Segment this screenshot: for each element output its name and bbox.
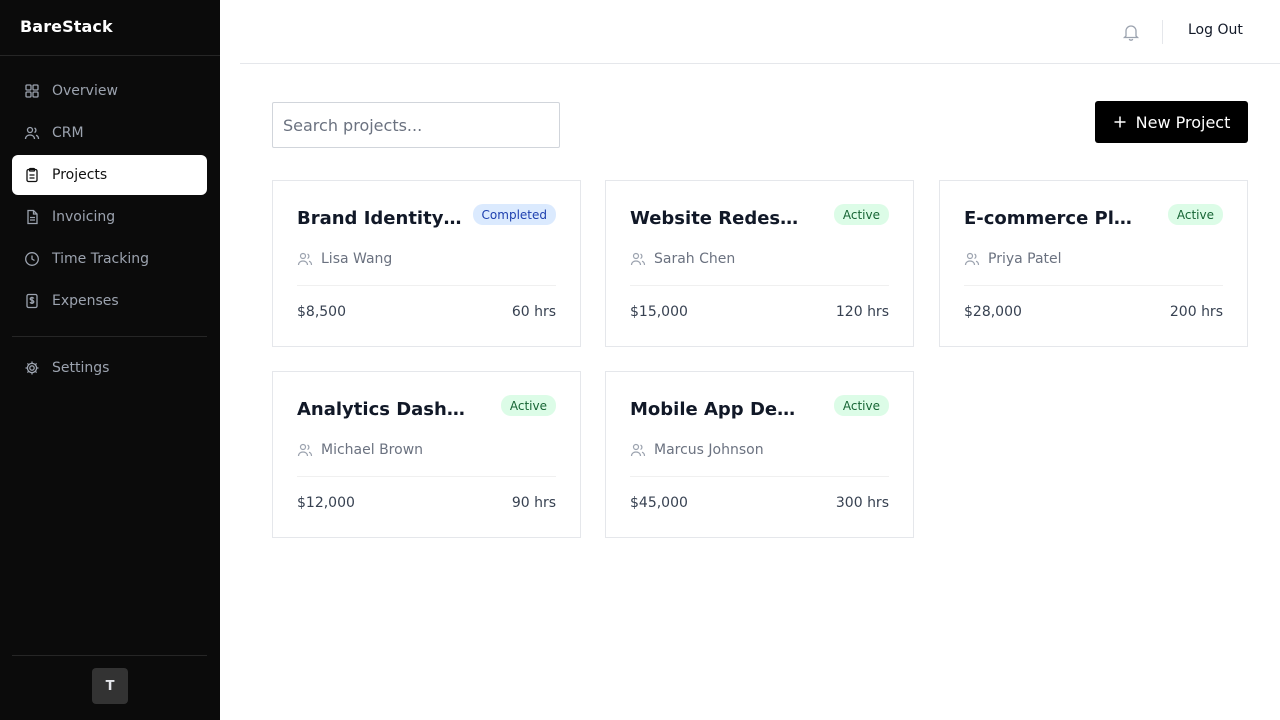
avatar[interactable]: T xyxy=(92,668,128,704)
logout-button[interactable]: Log Out xyxy=(1188,22,1243,38)
status-badge: Active xyxy=(833,395,889,416)
sidebar-item-label: Settings xyxy=(52,360,110,376)
search-input[interactable] xyxy=(272,102,560,148)
sidebar-nav: Overview CRM Projects Invoicing Time Tra… xyxy=(12,71,207,323)
plus-icon xyxy=(1113,115,1127,129)
status-badge: Active xyxy=(833,204,889,225)
project-client: Sarah Chen xyxy=(630,251,735,267)
client-name: Marcus Johnson xyxy=(654,442,764,458)
clipboard-icon xyxy=(24,167,40,183)
project-title: Analytics Dashbo... xyxy=(297,399,467,420)
users-icon xyxy=(24,125,40,141)
client-name: Sarah Chen xyxy=(654,251,736,267)
users-icon xyxy=(630,442,646,458)
client-name: Michael Brown xyxy=(321,442,424,458)
project-card[interactable]: Mobile App Devel... Active Marcus Johnso… xyxy=(605,371,914,538)
sidebar-item-projects[interactable]: Projects xyxy=(12,155,207,195)
header-separator xyxy=(1162,20,1163,44)
project-card[interactable]: E-commerce Platf... Active Priya Patel $… xyxy=(939,180,1248,347)
sidebar-item-settings[interactable]: Settings xyxy=(12,348,207,388)
client-name: Lisa Wang xyxy=(321,251,393,267)
clock-icon xyxy=(24,251,40,267)
users-icon xyxy=(297,442,313,458)
project-hours: 60 hrs xyxy=(511,304,556,320)
sidebar-item-expenses[interactable]: Expenses xyxy=(12,281,207,321)
bell-icon[interactable] xyxy=(1121,22,1141,42)
project-card[interactable]: Website Redesign Active Sarah Chen $15,0… xyxy=(605,180,914,347)
new-project-button[interactable]: New Project xyxy=(1095,101,1248,143)
status-badge: Active xyxy=(500,395,556,416)
project-budget: $8,500 xyxy=(297,304,346,320)
project-budget: $28,000 xyxy=(964,304,1022,320)
status-badge: Completed xyxy=(472,204,556,225)
project-client: Priya Patel xyxy=(964,251,1062,267)
client-name: Priya Patel xyxy=(988,251,1062,267)
sidebar: BareStack Overview CRM Projects Invoicin… xyxy=(0,0,220,720)
users-icon xyxy=(297,251,313,267)
sidebar-settings-group: Settings xyxy=(12,348,207,390)
sidebar-bottom-divider xyxy=(12,655,207,656)
users-icon xyxy=(964,251,980,267)
project-title: E-commerce Platf... xyxy=(964,208,1134,229)
project-client: Marcus Johnson xyxy=(630,442,764,458)
top-header: Log Out xyxy=(240,0,1280,64)
card-divider xyxy=(297,285,556,286)
project-hours: 90 hrs xyxy=(511,495,556,511)
project-title: Website Redesign xyxy=(630,208,800,229)
card-divider xyxy=(630,476,889,477)
sidebar-item-label: Time Tracking xyxy=(52,251,149,267)
project-client: Lisa Wang xyxy=(297,251,392,267)
app-logo[interactable]: BareStack xyxy=(20,17,113,36)
sidebar-item-crm[interactable]: CRM xyxy=(12,113,207,153)
sidebar-item-label: Overview xyxy=(52,83,118,99)
dollar-receipt-icon xyxy=(24,293,40,309)
project-budget: $12,000 xyxy=(297,495,355,511)
grid-icon xyxy=(24,83,40,99)
project-card[interactable]: Brand Identity ... Completed Lisa Wang $… xyxy=(272,180,581,347)
project-hours: 300 hrs xyxy=(835,495,889,511)
sidebar-item-overview[interactable]: Overview xyxy=(12,71,207,111)
project-card[interactable]: Analytics Dashbo... Active Michael Brown… xyxy=(272,371,581,538)
project-hours: 120 hrs xyxy=(835,304,889,320)
card-divider xyxy=(630,285,889,286)
sidebar-item-invoicing[interactable]: Invoicing xyxy=(12,197,207,237)
brand-divider xyxy=(0,55,220,56)
new-project-label: New Project xyxy=(1135,112,1231,132)
project-hours: 200 hrs xyxy=(1169,304,1223,320)
sidebar-item-time-tracking[interactable]: Time Tracking xyxy=(12,239,207,279)
users-icon xyxy=(630,251,646,267)
card-divider xyxy=(964,285,1223,286)
gear-icon xyxy=(24,360,40,376)
nav-divider xyxy=(12,336,207,337)
status-badge: Active xyxy=(1167,204,1223,225)
sidebar-item-label: Invoicing xyxy=(52,209,116,225)
sidebar-item-label: Expenses xyxy=(52,293,119,309)
file-text-icon xyxy=(24,209,40,225)
sidebar-item-label: Projects xyxy=(52,167,108,183)
project-title: Mobile App Devel... xyxy=(630,399,800,420)
sidebar-item-label: CRM xyxy=(52,125,84,141)
project-client: Michael Brown xyxy=(297,442,423,458)
project-budget: $45,000 xyxy=(630,495,688,511)
card-divider xyxy=(297,476,556,477)
project-title: Brand Identity ... xyxy=(297,208,467,229)
project-budget: $15,000 xyxy=(630,304,688,320)
